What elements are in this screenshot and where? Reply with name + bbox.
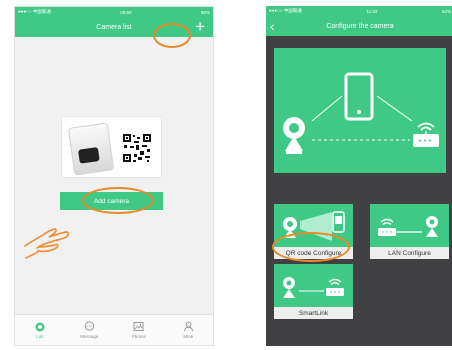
plus-icon[interactable]: + — [195, 18, 205, 35]
status-time: 09:50 — [120, 9, 132, 15]
top-navigation-bar: ‹ Configure the camera — [266, 16, 452, 36]
smartlink-icon — [283, 277, 344, 298]
carrier-text: ●●●○○ 中国联通 — [18, 9, 51, 14]
tab-label: Message — [80, 334, 99, 339]
status-bar: ●●●○○ 中国联通 11:02 82% — [266, 6, 452, 16]
status-bar: ●●●○○ 中国联通 09:50 90% — [15, 7, 213, 17]
battery-level: 90% — [200, 9, 210, 15]
tab-label: Mine — [183, 334, 194, 339]
qr-code-icon — [122, 133, 152, 163]
tab-list[interactable]: List — [15, 315, 65, 345]
option-label: SmartLink — [274, 307, 353, 319]
configuration-hero-illustration — [274, 48, 446, 173]
tab-photos[interactable]: Photos — [114, 315, 164, 345]
list-icon — [35, 322, 45, 331]
lan-configure-option[interactable]: LAN Configure — [370, 204, 449, 259]
carrier-text: ●●●○○ 中国联通 — [269, 8, 302, 13]
battery-level: 82% — [441, 8, 451, 14]
bottom-tab-bar: List Message Photos Mine — [15, 314, 213, 345]
tab-mine[interactable]: Mine — [164, 315, 214, 345]
add-icon-highlight — [153, 23, 191, 48]
camera-qr-illustration — [62, 117, 161, 177]
pointing-hand-icon — [24, 228, 70, 259]
tab-message[interactable]: Message — [65, 315, 115, 345]
back-arrow-icon[interactable]: ‹ — [270, 18, 275, 34]
tab-label: List — [36, 333, 44, 339]
camera-device-image — [67, 122, 115, 176]
add-camera-highlight — [82, 187, 154, 214]
qr-code-configure-highlight — [272, 232, 350, 262]
smartlink-option[interactable]: SmartLink — [274, 264, 353, 319]
lan-configure-icon — [378, 216, 438, 237]
page-title: Configure the camera — [326, 22, 394, 30]
status-time: 11:02 — [366, 8, 378, 14]
message-icon — [84, 321, 94, 331]
configure-camera-screen: ●●●○○ 中国联通 11:02 82% ‹ Configure the cam… — [266, 6, 452, 346]
camera-list-screen: ●●●○○ 中国联通 09:50 90% Camera list + Add c… — [14, 6, 214, 346]
page-title: Camera list — [96, 23, 132, 31]
camera-phone-router-diagram — [283, 72, 439, 154]
person-icon — [183, 321, 193, 332]
option-label: LAN Configure — [370, 247, 449, 259]
tab-label: Photos — [131, 334, 146, 339]
photos-icon — [133, 322, 144, 331]
